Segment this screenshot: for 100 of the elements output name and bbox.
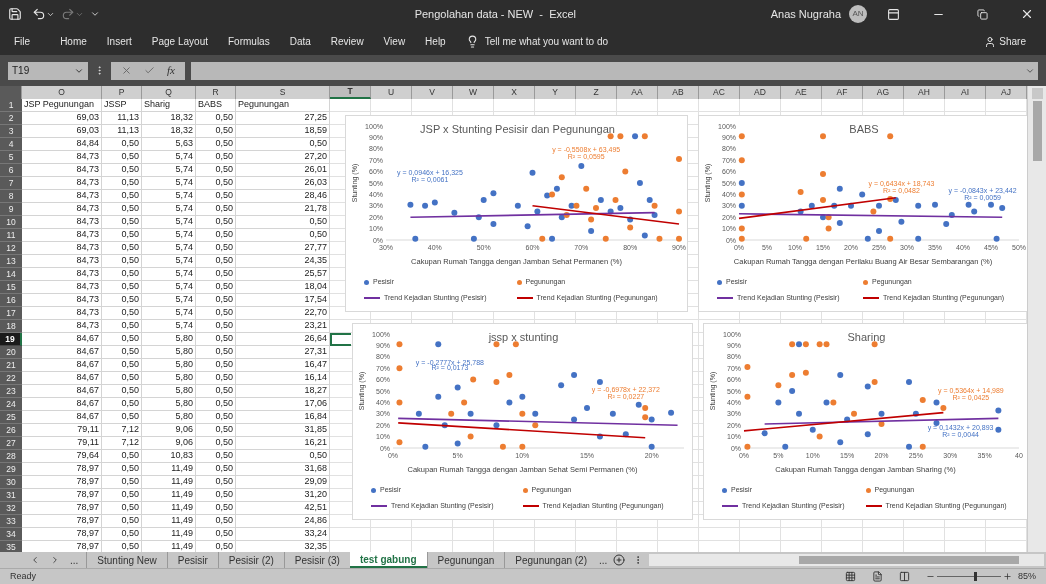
table-cell: 16,14 [236, 372, 330, 385]
row-header[interactable]: 16 [0, 294, 22, 307]
column-header[interactable]: AF [822, 86, 863, 99]
table-cell: 42,51 [236, 502, 330, 515]
column-header[interactable]: X [494, 86, 535, 99]
table-cell: 28,46 [236, 190, 330, 203]
table-cell: 78,97 [22, 463, 102, 476]
table-cell: 18,27 [236, 385, 330, 398]
column-header[interactable]: U [371, 86, 412, 99]
menu-tab[interactable]: Formulas [228, 34, 270, 49]
row-header[interactable]: 19 [0, 333, 22, 346]
column-header[interactable]: AD [740, 86, 781, 99]
row-header[interactable]: 10 [0, 216, 22, 229]
row-header[interactable]: 7 [0, 177, 22, 190]
table-cell: 10,83 [142, 450, 196, 463]
tell-me-field[interactable]: Tell me what you want to do [484, 34, 609, 49]
row-header[interactable]: 20 [0, 346, 22, 359]
menu-tab[interactable]: Help [425, 34, 446, 49]
table-cell: 5,74 [142, 268, 196, 281]
column-header[interactable]: AB [658, 86, 699, 99]
name-box[interactable]: T19 [8, 61, 88, 80]
row-header[interactable]: 2 [0, 112, 22, 125]
table-cell: 22,70 [236, 307, 330, 320]
column-header[interactable]: W [453, 86, 494, 99]
menu-tab[interactable]: Insert [106, 34, 132, 49]
table-cell: 0,50 [102, 528, 142, 541]
table-cell: 84,67 [22, 385, 102, 398]
row-header[interactable]: 8 [0, 190, 22, 203]
table-cell: 0,50 [196, 437, 236, 450]
row-header[interactable]: 4 [0, 138, 22, 151]
menu-tab[interactable]: Review [330, 34, 364, 49]
column-header[interactable]: T [330, 86, 371, 99]
table-cell: 0,50 [196, 177, 236, 190]
table-cell: 0,50 [196, 333, 236, 346]
table-cell: 11,49 [142, 502, 196, 515]
row-header[interactable]: 33 [0, 515, 22, 528]
row-header[interactable]: 12 [0, 242, 22, 255]
table-cell: 31,85 [236, 424, 330, 437]
table-cell: 0,50 [196, 190, 236, 203]
row-header[interactable]: 11 [0, 229, 22, 242]
row-header[interactable]: 30 [0, 476, 22, 489]
row-header[interactable]: 6 [0, 164, 22, 177]
menu-tab[interactable]: View [383, 34, 406, 49]
table-cell: 0,50 [196, 307, 236, 320]
row-header[interactable]: 15 [0, 281, 22, 294]
sheet-tab[interactable]: test gabung [349, 552, 427, 568]
row-header[interactable]: 34 [0, 528, 22, 541]
table-cell: 0,50 [102, 151, 142, 164]
column-header[interactable]: AA [617, 86, 658, 99]
column-header[interactable]: Z [576, 86, 617, 99]
column-header[interactable]: V [412, 86, 453, 99]
row-header[interactable]: 14 [0, 268, 22, 281]
row-header[interactable]: 13 [0, 255, 22, 268]
row-header[interactable]: 28 [0, 450, 22, 463]
table-cell: 0,50 [102, 216, 142, 229]
table-cell: 0,50 [196, 385, 236, 398]
table-cell: 84,84 [22, 138, 102, 151]
table-cell: 78,97 [22, 502, 102, 515]
insert-function-button[interactable]: fx [167, 62, 175, 79]
column-header[interactable]: Y [535, 86, 576, 99]
more-sheets-button[interactable]: ... [70, 552, 79, 568]
row-header[interactable]: 27 [0, 437, 22, 450]
share-button[interactable]: Share [999, 34, 1026, 49]
row-header[interactable]: 21 [0, 359, 22, 372]
row-header[interactable]: 9 [0, 203, 22, 216]
column-header[interactable]: AE [781, 86, 822, 99]
row-header[interactable]: 22 [0, 372, 22, 385]
column-header[interactable]: P [102, 86, 142, 99]
row-header[interactable]: 23 [0, 385, 22, 398]
row-header[interactable]: 18 [0, 320, 22, 333]
menu-tab[interactable]: File [14, 34, 31, 49]
row-header[interactable]: 1 [0, 99, 22, 112]
row-header[interactable]: 31 [0, 489, 22, 502]
column-header[interactable]: AC [699, 86, 740, 99]
menu-tab[interactable]: Data [289, 34, 311, 49]
more-sheets-button[interactable]: ... [599, 552, 608, 568]
row-header[interactable]: 26 [0, 424, 22, 437]
row-header[interactable]: 24 [0, 398, 22, 411]
row-header[interactable]: 32 [0, 502, 22, 515]
menu-tab[interactable]: Home [60, 34, 87, 49]
table-cell: 0,50 [102, 294, 142, 307]
row-header[interactable]: 17 [0, 307, 22, 320]
zoom-level[interactable]: 85% [1018, 569, 1036, 584]
table-cell: 33,24 [236, 528, 330, 541]
table-cell: 0,50 [102, 476, 142, 489]
menu-tab[interactable]: Page Layout [151, 34, 208, 49]
column-header[interactable]: R [196, 86, 236, 99]
column-header[interactable]: AH [904, 86, 945, 99]
table-cell: 84,73 [22, 307, 102, 320]
user-avatar[interactable]: AN [849, 5, 867, 23]
column-header[interactable]: Q [142, 86, 196, 99]
column-header[interactable]: AG [863, 86, 904, 99]
row-header[interactable]: 5 [0, 151, 22, 164]
table-cell: 5,74 [142, 177, 196, 190]
row-header[interactable]: 25 [0, 411, 22, 424]
table-cell: 5,74 [142, 164, 196, 177]
column-header[interactable]: O [22, 86, 102, 99]
row-header[interactable]: 29 [0, 463, 22, 476]
row-header[interactable]: 3 [0, 125, 22, 138]
column-header[interactable]: AI [945, 86, 986, 99]
